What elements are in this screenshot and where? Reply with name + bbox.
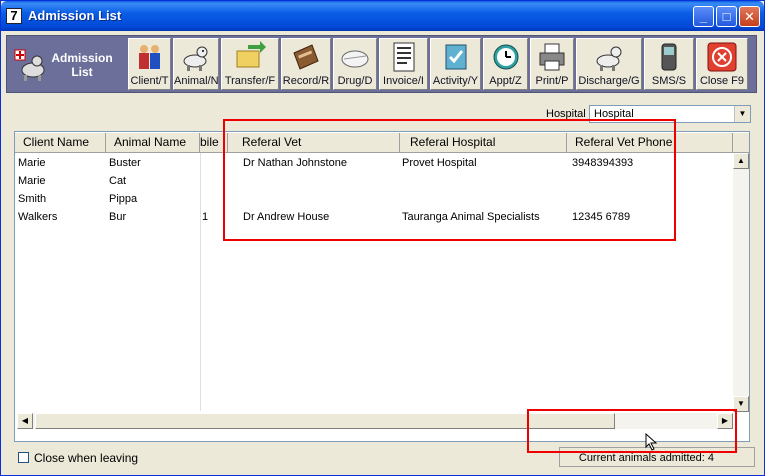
invoice-label: Invoice/I — [383, 75, 424, 87]
transfer-icon — [236, 41, 266, 68]
discharge-icon — [596, 46, 622, 71]
clock-icon — [493, 44, 518, 70]
transfer-label: Transfer/F — [224, 75, 276, 87]
print-label: Print/P — [535, 75, 569, 87]
drug-label: Drug/D — [337, 75, 373, 87]
maximize-button[interactable]: □ — [716, 6, 737, 27]
appt-label: Appt/Z — [489, 75, 522, 87]
cell-mobile: 1 — [202, 211, 209, 223]
cell-client-name: Marie — [18, 157, 46, 169]
transfer-button[interactable]: Transfer/F — [221, 38, 279, 90]
maximize-icon: □ — [722, 9, 731, 24]
activity-icon — [445, 44, 466, 70]
app-icon: 7 — [6, 8, 22, 24]
dog-icon — [183, 46, 208, 71]
close-x-icon: ✕ — [744, 9, 755, 24]
vertical-scrollbar[interactable]: ▲ ▼ — [733, 153, 749, 412]
printer-icon — [539, 43, 565, 71]
highlight-box-referral-columns — [223, 119, 676, 241]
phone-icon — [661, 43, 677, 71]
appt-button[interactable]: Appt/Z — [483, 38, 528, 90]
logo-label-line1: Admission — [51, 51, 113, 65]
cell-client-name: Walkers — [18, 211, 58, 223]
close-when-leaving-checkbox[interactable] — [18, 452, 29, 463]
highlight-box-scrollbar — [527, 409, 737, 453]
record-button[interactable]: Record/R — [281, 38, 331, 90]
admission-list-window: 7 Admission List _ □ ✕ Admission List Cl… — [0, 0, 765, 476]
activity-button[interactable]: Activity/Y — [430, 38, 481, 90]
animal-button[interactable]: Animal/N — [173, 38, 219, 90]
scroll-up-icon[interactable]: ▲ — [733, 153, 749, 169]
cell-animal-name: Bur — [109, 211, 127, 223]
logo-label-line2: List — [71, 65, 93, 79]
invoice-button[interactable]: Invoice/I — [379, 38, 428, 90]
invoice-icon — [393, 42, 414, 72]
close-f9-label: Close F9 — [699, 75, 745, 87]
chevron-down-icon[interactable]: ▼ — [734, 106, 750, 122]
clients-icon — [138, 45, 160, 69]
cell-client-name: Smith — [18, 193, 47, 205]
minimize-icon: _ — [699, 9, 708, 24]
record-icon — [293, 44, 319, 70]
drug-icon — [341, 50, 369, 68]
close-window-button[interactable]: ✕ — [739, 6, 760, 27]
animal-label: Animal/N — [174, 75, 219, 87]
close-when-leaving-label: Close when leaving — [34, 451, 139, 465]
admission-dog-icon — [14, 49, 45, 81]
cell-animal-name: Cat — [109, 175, 127, 187]
sms-label: SMS/S — [651, 75, 687, 87]
toolbar: Admission List Client/T Animal/N Transfe… — [6, 35, 757, 93]
activity-label: Activity/Y — [432, 75, 479, 87]
drug-button[interactable]: Drug/D — [333, 38, 377, 90]
close-f9-button[interactable]: Close F9 — [696, 38, 748, 90]
client-button[interactable]: Client/T — [128, 38, 171, 90]
minimize-button[interactable]: _ — [693, 6, 714, 27]
cell-client-name: Marie — [18, 175, 46, 187]
title-bar[interactable]: 7 Admission List _ □ ✕ — [1, 1, 764, 31]
mouse-cursor-icon — [645, 433, 658, 451]
cell-animal-name: Buster — [109, 157, 141, 169]
record-label: Record/R — [282, 75, 330, 87]
print-button[interactable]: Print/P — [530, 38, 574, 90]
window-title: Admission List — [28, 8, 122, 23]
cell-animal-name: Pippa — [109, 193, 138, 205]
admission-list-logo: Admission List — [13, 44, 123, 86]
sms-button[interactable]: SMS/S — [644, 38, 694, 90]
close-icon — [707, 42, 737, 72]
client-label: Client/T — [130, 75, 169, 87]
column-header-animal-name[interactable]: Animal Name — [106, 133, 200, 153]
discharge-label: Discharge/G — [578, 75, 640, 87]
column-header-client-name[interactable]: Client Name — [15, 133, 106, 153]
discharge-button[interactable]: Discharge/G — [576, 38, 642, 90]
scroll-left-icon[interactable]: ◀ — [17, 413, 33, 429]
